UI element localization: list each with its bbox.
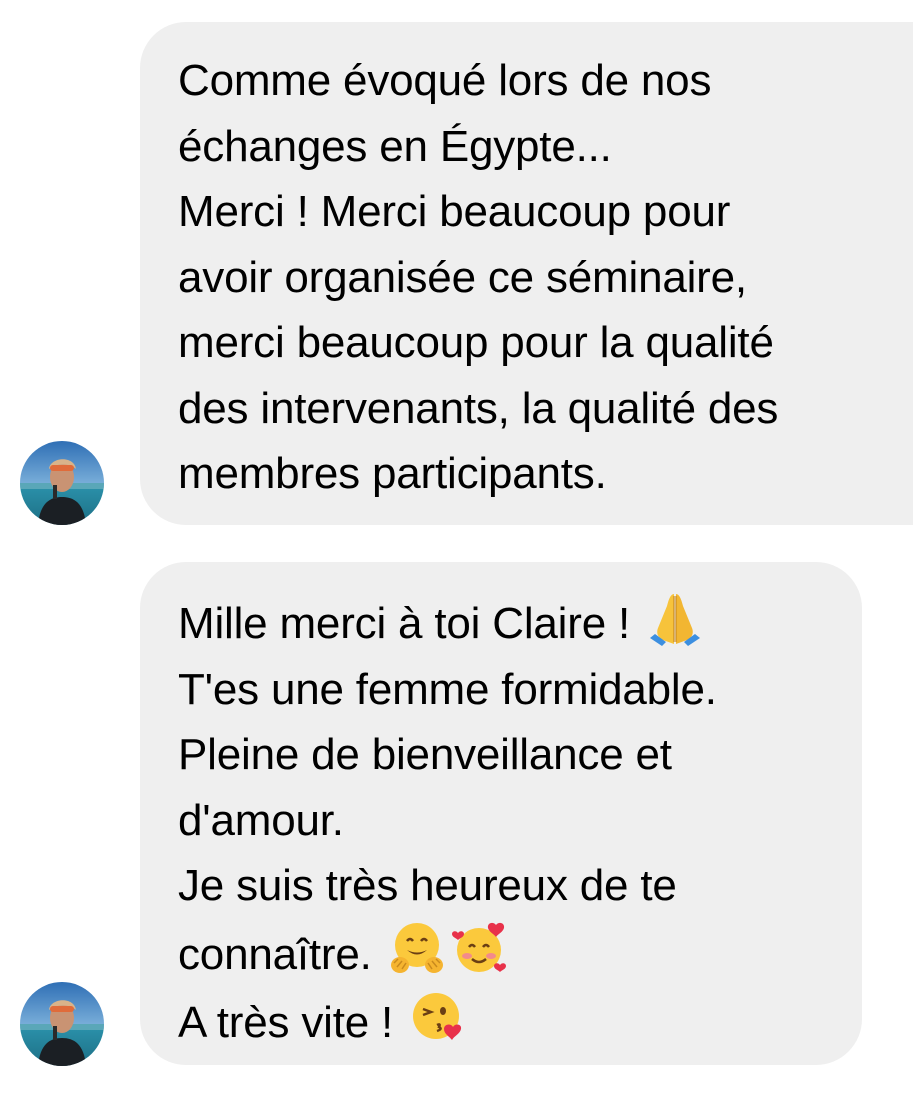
- face-blowing-kiss-emoji: [409, 987, 467, 1045]
- message-thread: Comme évoqué lors de nos échanges en Égy…: [0, 0, 913, 1093]
- message-bubble[interactable]: Mille merci à toi Claire ! T'es une femm…: [140, 562, 862, 1065]
- message-line: Pleine de bienveillance et: [178, 730, 672, 779]
- message-line: T'es une femme formidable.: [178, 664, 717, 714]
- message-line: avoir organisée ce séminaire,: [178, 252, 747, 302]
- message-line: échanges en Égypte...: [178, 121, 612, 171]
- sender-avatar[interactable]: [20, 982, 104, 1066]
- smiling-face-with-hearts-icon: [451, 922, 506, 972]
- message-text: connaître.: [178, 929, 372, 979]
- message-line: merci beaucoup pour la qualité: [178, 318, 774, 367]
- message-line: membres participants.: [178, 449, 607, 498]
- smiling-face-with-hearts-emoji: [450, 919, 508, 977]
- message-line: connaître.: [178, 919, 826, 988]
- sender-avatar[interactable]: [20, 441, 104, 525]
- avatar-photo-icon: [20, 441, 104, 525]
- message-text: Mille merci à toi Claire !: [178, 599, 631, 648]
- message-line: A très vite !: [178, 987, 826, 1056]
- message-bubble[interactable]: Comme évoqué lors de nos échanges en Égy…: [140, 22, 913, 525]
- message-line: d'amour.: [178, 795, 344, 845]
- message-line: Mille merci à toi Claire !: [178, 588, 826, 657]
- message-line: Merci ! Merci beaucoup pour: [178, 187, 731, 236]
- folded-hands-emoji: [646, 588, 704, 646]
- message-line: Je suis très heureux de te: [178, 861, 677, 910]
- face-blowing-kiss-icon: [413, 993, 462, 1040]
- message-line: Comme évoqué lors de nos: [178, 56, 712, 105]
- avatar-photo-icon: [20, 982, 104, 1066]
- hugging-face-icon: [390, 922, 443, 973]
- message-text: A très vite !: [178, 998, 394, 1047]
- message-line: des intervenants, la qualité des: [178, 383, 779, 433]
- hugging-face-emoji: [388, 919, 446, 977]
- folded-hands-icon: [650, 594, 701, 646]
